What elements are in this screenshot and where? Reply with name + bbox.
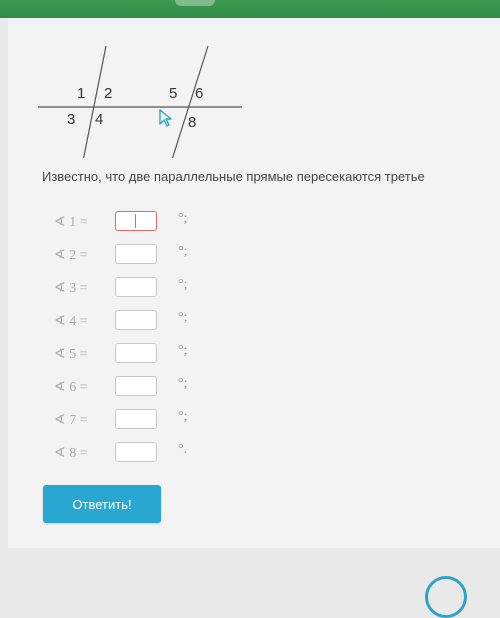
angle-mark-3: 3: [67, 111, 75, 128]
degree-suffix: °.: [178, 442, 188, 457]
angle-row-4: ∢ 4 = °;: [54, 310, 254, 334]
angle-row-3: ∢ 3 = °;: [54, 277, 254, 301]
parallel-line-left: [82, 45, 107, 158]
angle-row-5: ∢ 5 = °;: [54, 343, 254, 367]
question-text: Известно, что две параллельные прямые пе…: [42, 169, 425, 184]
degree-suffix: °;: [178, 409, 188, 424]
degree-suffix: °;: [178, 244, 188, 259]
top-bar-tab: [175, 0, 215, 6]
angle-row-1: ∢ 1 = °;: [54, 211, 254, 235]
angle-mark-1: 1: [77, 85, 85, 102]
angle-row-6: ∢ 6 = °;: [54, 376, 254, 400]
degree-suffix: °;: [178, 310, 188, 325]
degree-suffix: °;: [178, 211, 188, 226]
angle-4-input[interactable]: [115, 310, 157, 330]
angle-label: ∢ 1 =: [54, 215, 88, 230]
angle-label: ∢ 5 =: [54, 347, 88, 362]
angle-label: ∢ 8 =: [54, 446, 88, 461]
angle-label: ∢ 7 =: [54, 413, 88, 428]
angle-label: ∢ 2 =: [54, 248, 88, 263]
angle-mark-2: 2: [104, 85, 112, 102]
angle-label: ∢ 6 =: [54, 380, 88, 395]
degree-suffix: °;: [178, 277, 188, 292]
degree-suffix: °;: [178, 376, 188, 391]
angle-row-8: ∢ 8 = °.: [54, 442, 254, 466]
angle-mark-8: 8: [188, 114, 196, 131]
angle-label: ∢ 4 =: [54, 314, 88, 329]
degree-suffix: °;: [178, 343, 188, 358]
angle-1-input[interactable]: [115, 211, 157, 231]
angle-row-7: ∢ 7 = °;: [54, 409, 254, 433]
angle-mark-5: 5: [169, 85, 177, 102]
help-widget-icon[interactable]: [425, 576, 467, 618]
parallel-line-right: [171, 45, 209, 158]
angle-7-input[interactable]: [115, 409, 157, 429]
angle-mark-6: 6: [195, 85, 203, 102]
angle-8-input[interactable]: [115, 442, 157, 462]
angle-row-2: ∢ 2 = °;: [54, 244, 254, 268]
exercise-card: 1 2 3 4 5 6 8 Известно, что две параллел…: [8, 18, 500, 548]
parallel-lines-diagram: 1 2 3 4 5 6 8: [38, 45, 242, 158]
angle-2-input[interactable]: [115, 244, 157, 264]
angle-5-input[interactable]: [115, 343, 157, 363]
submit-button[interactable]: Ответить!: [43, 485, 161, 523]
angle-3-input[interactable]: [115, 277, 157, 297]
angle-label: ∢ 3 =: [54, 281, 88, 296]
mouse-pointer-icon: [159, 109, 172, 127]
angle-mark-4: 4: [95, 111, 103, 128]
angle-6-input[interactable]: [115, 376, 157, 396]
top-bar: [0, 0, 500, 18]
